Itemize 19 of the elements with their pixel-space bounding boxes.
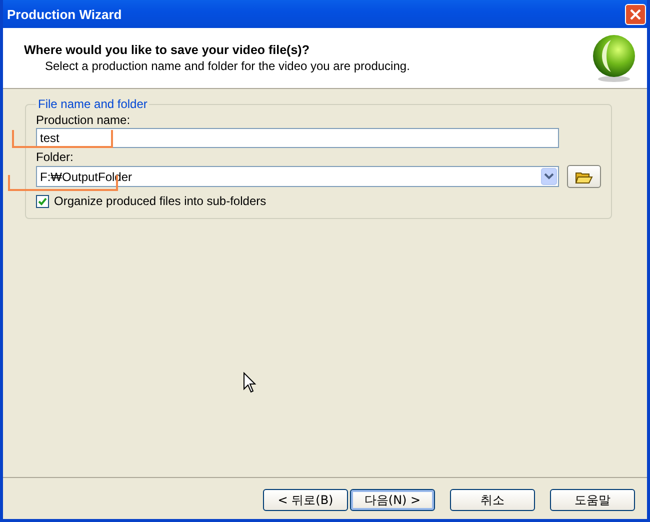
mouse-pointer-icon <box>243 372 257 394</box>
checkbox[interactable] <box>36 194 49 208</box>
field-label: Folder: <box>36 150 74 164</box>
close-icon <box>629 8 642 20</box>
header-subtitle: Select a production name and folder for the video you are producing. <box>44 59 410 73</box>
wizard-button[interactable]: 도움말 <box>550 489 635 511</box>
close-button[interactable] <box>625 4 646 24</box>
header-title: Where would you like to save your video file(s)? <box>24 43 310 57</box>
wizard-button[interactable]: 다음(N) > <box>350 489 435 511</box>
browse-folder-button[interactable] <box>567 165 601 188</box>
checkbox-label: Organize produced files into sub-folders <box>54 194 266 208</box>
sphere-logo-icon <box>591 34 637 82</box>
folder-icon <box>575 170 593 184</box>
window-title: Production Wizard <box>7 6 122 22</box>
group-title: File name and folder <box>37 97 148 111</box>
production-name-field[interactable]: test <box>36 128 559 148</box>
wizard-button[interactable]: < 뒤로(B) <box>263 489 348 511</box>
field-label: Production name: <box>36 113 130 127</box>
wizard-button[interactable]: 취소 <box>450 489 535 511</box>
